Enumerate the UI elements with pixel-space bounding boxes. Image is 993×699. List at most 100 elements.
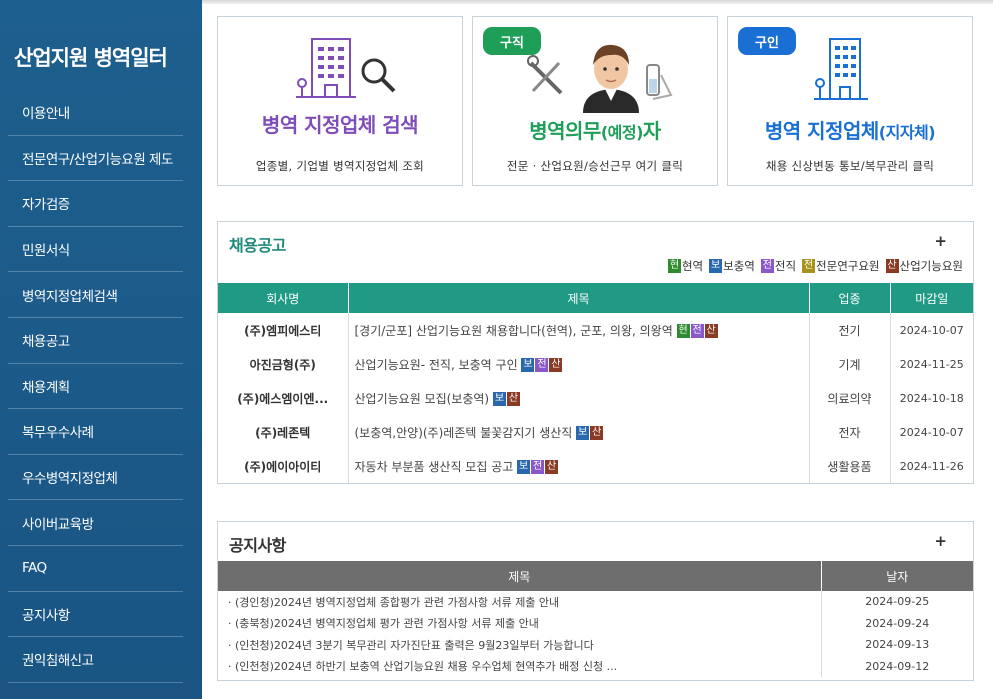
notice-title-link[interactable]: · (인천청)2024년 하반기 보충역 산업기능요원 채용 우수업체 현역추가… bbox=[218, 655, 822, 677]
table-row[interactable]: · (인천청)2024년 3분기 복무관리 자가진단표 출력은 9월23일부터 … bbox=[218, 634, 973, 656]
sidebar-item-guide[interactable]: 이용안내 bbox=[8, 90, 183, 136]
table-row[interactable]: · (경인청)2024년 병역지정업체 종합평가 관련 가점사항 서류 제출 안… bbox=[218, 591, 973, 613]
legend-label: 전직 bbox=[774, 259, 797, 273]
notice-title-link[interactable]: · (인천청)2024년 3분기 복무관리 자가진단표 출력은 9월23일부터 … bbox=[218, 634, 822, 656]
table-row[interactable]: 아진금형(주) 산업기능요원- 전직, 보충역 구인 보 전 산 기계 2024-11-2… bbox=[218, 347, 973, 381]
notice-title-link[interactable]: · (경인청)2024년 병역지정업체 종합평가 관련 가점사항 서류 제출 안… bbox=[218, 591, 822, 613]
recruit-more-button[interactable]: + bbox=[934, 232, 947, 250]
card-title: 병역 지정업체 검색 bbox=[261, 113, 419, 137]
posting-title[interactable]: [경기/군포] 산업기능요원 채용합니다(현역), 군포, 의왕, 의왕역 현전… bbox=[348, 313, 810, 347]
notice-more-button[interactable]: + bbox=[934, 532, 947, 550]
type-tag: 현 bbox=[676, 324, 690, 338]
company-name[interactable]: (주)레존텍 bbox=[218, 415, 349, 449]
column-header: 업종 bbox=[809, 283, 891, 313]
sidebar-item-excellent-companies[interactable]: 우수병역지정업체 bbox=[8, 455, 183, 501]
posting-title-text[interactable]: 산업기능요원 모집(보충역) bbox=[355, 392, 490, 406]
legend-tag: 산 bbox=[885, 259, 899, 273]
type-tag: 산 bbox=[506, 392, 520, 406]
legend-label: 산업기능요원 bbox=[899, 259, 963, 273]
posting-title[interactable]: (보충역,안양)(주)레존텍 불꽃감지기 생산직 보산 bbox=[348, 415, 810, 449]
card-description: 전문 · 산업요원/승선근무 여기 클릭 bbox=[506, 159, 684, 173]
legend-tag: 전 bbox=[802, 259, 816, 273]
posting-title[interactable]: 산업기능요원 모집(보충역) 보산 bbox=[348, 381, 810, 415]
legend-item: 전 전문연구요원 bbox=[802, 258, 880, 274]
table-row[interactable]: (주)레존텍 (보충역,안양)(주)레존텍 불꽃감지기 생산직 보 산 전자 2024-… bbox=[218, 415, 973, 449]
legend-item: 현 현역 bbox=[667, 258, 704, 274]
company-name[interactable]: (주)에스엠이엔... bbox=[218, 381, 349, 415]
sector: 생활용품 bbox=[809, 449, 891, 483]
type-tag: 산 bbox=[704, 324, 718, 338]
recruit-title[interactable]: 채용공고 bbox=[229, 232, 286, 256]
company-name[interactable]: 아진금형(주) bbox=[218, 347, 349, 381]
top-divider bbox=[202, 0, 993, 4]
building-icon bbox=[814, 38, 868, 100]
legend-label: 전문연구요원 bbox=[816, 259, 880, 273]
column-header: 마감일 bbox=[890, 283, 973, 313]
card-company-search[interactable]: 병역 지정업체 검색 업종별, 기업별 병역지정업체 조회 bbox=[217, 16, 463, 186]
table-row[interactable]: (주)엠피에스티 [경기/군포] 산업기능요원 채용합니다(현역), 군포, 의왕… bbox=[218, 313, 973, 347]
card-title-small: (예정) bbox=[600, 123, 644, 142]
posting-title-text[interactable]: 자동차 부분품 생산직 모집 공고 bbox=[355, 460, 514, 474]
column-header: 제목 bbox=[218, 561, 822, 591]
type-tag: 보 bbox=[492, 392, 506, 406]
posting-title-text[interactable]: [경기/군포] 산업기능요원 채용합니다(현역), 군포, 의왕, 의왕역 bbox=[355, 324, 673, 338]
type-tag: 전 bbox=[690, 324, 704, 338]
card-employer[interactable]: 구인 병역 지정업체(지자체) 채용 신상변동 통보/복무관리 클릭 bbox=[727, 16, 973, 186]
table-row[interactable]: · (인천청)2024년 하반기 보충역 산업기능요원 채용 우수업체 현역추가… bbox=[218, 655, 973, 677]
card-description: 업종별, 기업별 병역지정업체 조회 bbox=[255, 159, 425, 173]
table-row[interactable]: · (충북청)2024년 병역지정업체 평가 관련 가점사항 서류 제출 안내 2… bbox=[218, 612, 973, 634]
sidebar-item-company-search[interactable]: 병역지정업체검색 bbox=[8, 272, 183, 318]
deadline: 2024-10-07 bbox=[899, 425, 964, 439]
type-tag: 보 bbox=[521, 358, 535, 372]
sidebar-item-cyber-education[interactable]: 사이버교육방 bbox=[8, 500, 183, 546]
notice-date: 2024-09-24 bbox=[865, 616, 930, 630]
site-title[interactable]: 산업지원 병역일터 bbox=[14, 42, 168, 72]
legend-tag: 현 bbox=[667, 259, 681, 273]
posting-title[interactable]: 산업기능요원- 전직, 보충역 구인 보전산 bbox=[348, 347, 810, 381]
posting-title[interactable]: 자동차 부분품 생산직 모집 공고 보전산 bbox=[348, 449, 810, 483]
column-header: 날자 bbox=[821, 561, 973, 591]
job-offer-badge: 구인 bbox=[738, 27, 796, 55]
sidebar-item-recruit[interactable]: 채용공고 bbox=[8, 318, 183, 364]
legend-tag: 전 bbox=[760, 259, 774, 273]
column-header: 회사명 bbox=[218, 283, 349, 313]
sidebar-item-self-check[interactable]: 자가검증 bbox=[8, 181, 183, 227]
type-tag: 전 bbox=[535, 358, 549, 372]
notice-date: 2024-09-25 bbox=[865, 595, 930, 609]
table-row[interactable]: (주)에스엠이엔... 산업기능요원 모집(보충역) 보 산 의료의약 2024-10-… bbox=[218, 381, 973, 415]
type-tag: 산 bbox=[545, 460, 559, 474]
sidebar-item-system[interactable]: 전문연구/산업기능요원 제도 bbox=[8, 136, 183, 182]
sidebar-menu: 이용안내 전문연구/산업기능요원 제도 자가검증 민원서식 병역지정업체검색 채… bbox=[8, 90, 183, 683]
deadline: 2024-11-25 bbox=[899, 357, 964, 371]
sidebar-item-rights-report[interactable]: 권익침해신고 bbox=[8, 637, 183, 683]
type-tag: 산 bbox=[590, 426, 604, 440]
sidebar-item-recruit-plan[interactable]: 채용계획 bbox=[8, 364, 183, 410]
table-row[interactable]: (주)에이아이티 자동차 부분품 생산직 모집 공고 보 전 산 생활용품 2024-11… bbox=[218, 449, 973, 483]
sidebar-item-faq[interactable]: FAQ bbox=[8, 546, 183, 592]
posting-title-text[interactable]: 산업기능요원- 전직, 보충역 구인 bbox=[355, 358, 518, 372]
card-title-end: 자 bbox=[642, 119, 661, 143]
type-tag: 전 bbox=[531, 460, 545, 474]
legend-item: 산 산업기능요원 bbox=[885, 258, 963, 274]
notice-title-link[interactable]: · (충북청)2024년 병역지정업체 평가 관련 가점사항 서류 제출 안내 bbox=[218, 612, 822, 634]
company-name[interactable]: (주)에이아이티 bbox=[218, 449, 349, 483]
card-job-seeker[interactable]: 구직 병역의무(예정)자 전문 · 산업요원/승선근무 여기 클릭 bbox=[472, 16, 718, 186]
sidebar-item-notice[interactable]: 공지사항 bbox=[8, 592, 183, 638]
sector: 전기 bbox=[809, 313, 891, 347]
deadline: 2024-11-26 bbox=[899, 459, 964, 473]
sidebar-item-forms[interactable]: 민원서식 bbox=[8, 227, 183, 273]
person-tools-icon bbox=[527, 44, 673, 113]
legend-tag: 보 bbox=[709, 259, 723, 273]
deadline: 2024-10-18 bbox=[899, 391, 964, 405]
notice-title[interactable]: 공지사항 bbox=[229, 532, 286, 556]
notice-date: 2024-09-12 bbox=[865, 659, 930, 673]
sidebar-item-best-cases[interactable]: 복무우수사례 bbox=[8, 409, 183, 455]
column-header: 제목 bbox=[348, 283, 810, 313]
legend-item: 전 전직 bbox=[760, 258, 797, 274]
legend-label: 현역 bbox=[681, 259, 704, 273]
posting-title-text[interactable]: (보충역,안양)(주)레존텍 불꽃감지기 생산직 bbox=[355, 426, 573, 440]
company-name[interactable]: (주)엠피에스티 bbox=[218, 313, 349, 347]
sector: 기계 bbox=[809, 347, 891, 381]
notice-panel: 공지사항 + 제목 날자 · (경인청)2024년 병역지정업체 종합평가 관련… bbox=[217, 521, 974, 681]
sector: 의료의약 bbox=[809, 381, 891, 415]
